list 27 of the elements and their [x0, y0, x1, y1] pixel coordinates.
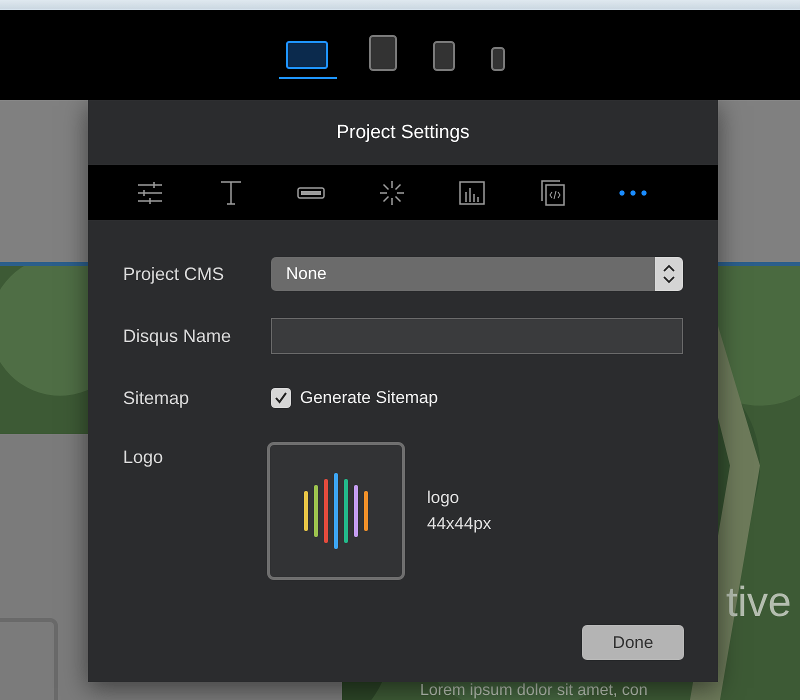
field-label: Logo	[123, 447, 164, 468]
sliders-icon	[137, 182, 164, 204]
file-name: logo	[427, 488, 460, 508]
code-page-icon	[540, 180, 565, 206]
checkbox-label: Generate Sitemap	[300, 388, 438, 408]
bar-chart-icon	[459, 180, 486, 204]
done-button[interactable]: Done	[582, 625, 684, 660]
more-icon	[619, 190, 648, 196]
tablet-icon	[433, 41, 455, 71]
checkbox[interactable]	[271, 388, 291, 408]
logo-icon	[301, 473, 371, 549]
tablet-icon	[369, 35, 397, 71]
file-size: 44x44px	[427, 514, 492, 534]
dialog-title: Project Settings	[336, 122, 470, 144]
heading-text: tive	[726, 578, 792, 626]
logo-well[interactable]	[267, 442, 405, 580]
button-icon	[297, 186, 326, 198]
input-field[interactable]	[271, 318, 683, 354]
field-label: Sitemap	[123, 388, 190, 408]
body-text: Lorem ipsum dolor sit amet, con	[420, 682, 648, 700]
spinner-icon	[378, 180, 405, 206]
text-icon	[220, 180, 242, 204]
phone-icon	[491, 47, 505, 71]
cms-select[interactable]: None	[271, 257, 683, 291]
field-label: Project CMS	[123, 264, 226, 284]
field-label: Disqus Name	[123, 326, 232, 346]
chevron-up-down-icon	[663, 264, 675, 284]
